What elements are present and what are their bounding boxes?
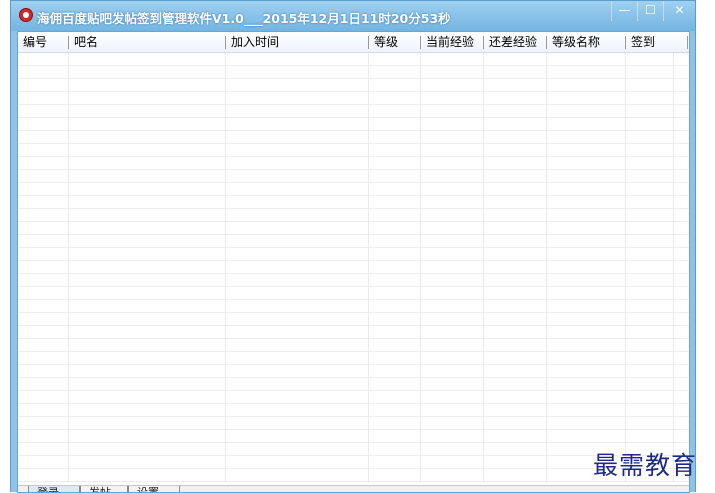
client-area: 编号 吧名 加入时间 等级 当前经验 还差经验 等级名称 签到 登录 发帖 设置 bbox=[17, 31, 690, 493]
title-bar[interactable]: 海佣百度贴吧发帖签到管理软件V1.0___2015年12月1日11时20分53秒… bbox=[11, 1, 695, 31]
column-header-exp-needed[interactable]: 还差经验 bbox=[484, 32, 546, 52]
maximize-button[interactable]: ☐ bbox=[637, 1, 663, 21]
column-header-level-name[interactable]: 等级名称 bbox=[547, 32, 625, 52]
grid-line bbox=[368, 53, 369, 483]
table-body[interactable] bbox=[18, 53, 689, 483]
column-header-join-time[interactable]: 加入时间 bbox=[226, 32, 368, 52]
column-header-current-exp[interactable]: 当前经验 bbox=[421, 32, 483, 52]
grid-line bbox=[673, 53, 674, 483]
column-header-id[interactable]: 编号 bbox=[18, 32, 68, 52]
grid-line bbox=[625, 53, 626, 483]
column-separator[interactable] bbox=[687, 36, 688, 49]
close-button[interactable]: ✕ bbox=[663, 1, 695, 21]
column-header-sign-in[interactable]: 签到 bbox=[626, 32, 686, 52]
grid-line bbox=[420, 53, 421, 483]
grid-line bbox=[68, 53, 69, 483]
column-header-bar-name[interactable]: 吧名 bbox=[69, 32, 225, 52]
grid-line bbox=[483, 53, 484, 483]
grid-line bbox=[225, 53, 226, 483]
main-window: 海佣百度贴吧发帖签到管理软件V1.0___2015年12月1日11时20分53秒… bbox=[10, 0, 696, 493]
grid-line bbox=[546, 53, 547, 483]
minimize-button[interactable]: — bbox=[611, 1, 637, 21]
app-logo-icon bbox=[19, 8, 33, 22]
window-title: 海佣百度贴吧发帖签到管理软件V1.0___2015年12月1日11时20分53秒 bbox=[37, 11, 451, 26]
watermark-text: 最需教育 bbox=[593, 451, 698, 480]
column-header-level[interactable]: 等级 bbox=[369, 32, 420, 52]
table-header: 编号 吧名 加入时间 等级 当前经验 还差经验 等级名称 签到 bbox=[18, 32, 689, 53]
